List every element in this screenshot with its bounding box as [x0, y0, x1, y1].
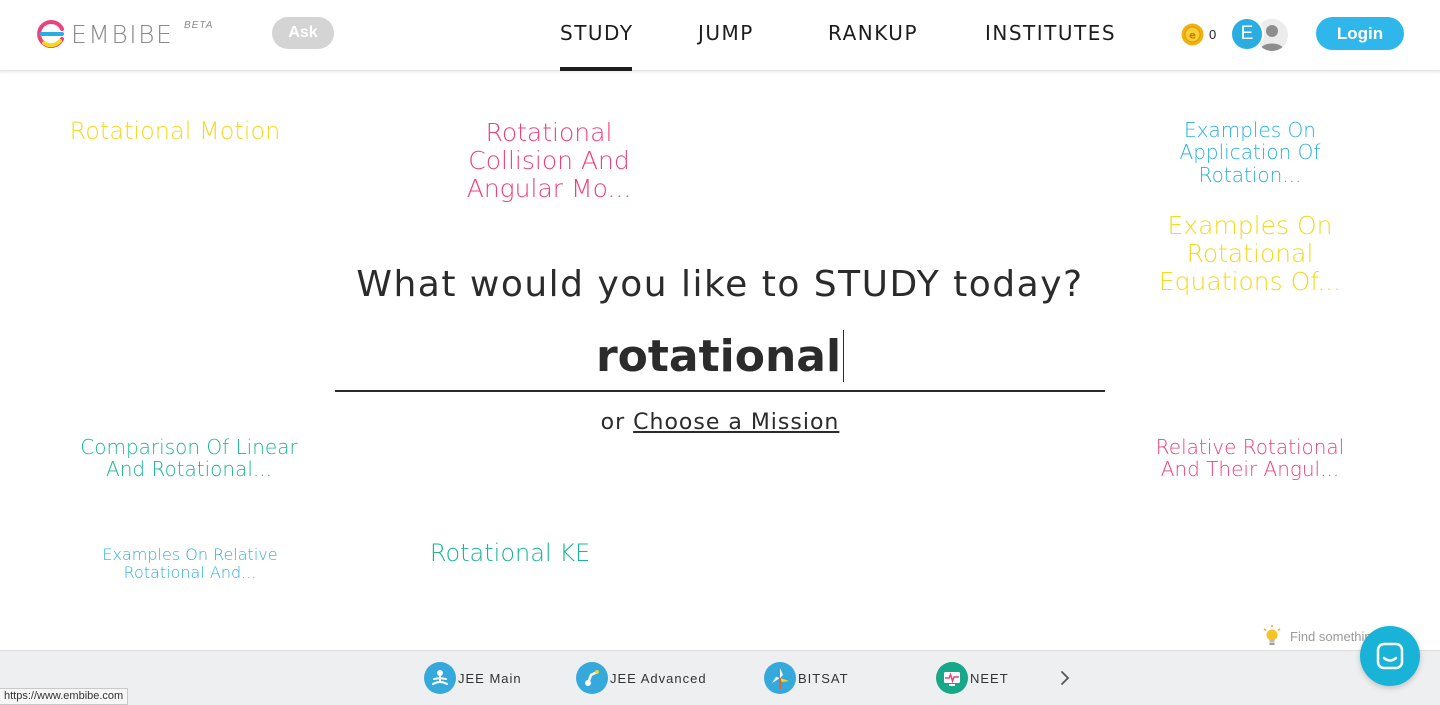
logo-wordmark: EMBIBE: [71, 19, 174, 49]
coin-count: 0: [1209, 27, 1217, 42]
nav-rankup[interactable]: RANKUP: [828, 21, 918, 45]
suggestion-rotational-motion[interactable]: Rotational Motion: [60, 118, 290, 145]
beta-badge: BETA: [184, 20, 214, 31]
meditating-person-icon: [424, 662, 456, 694]
nav-study[interactable]: STUDY: [560, 21, 634, 45]
nav-jump[interactable]: JUMP: [698, 21, 754, 45]
suggestion-relative-rotational-examples[interactable]: Examples On Relative Rotational And...: [90, 546, 290, 582]
exam-bar: JEE Main JEE Advanced BITSAT NEET: [0, 650, 1440, 705]
exam-label: JEE Main: [458, 670, 522, 686]
lightbulb-icon: [1263, 625, 1281, 645]
choose-mission-link[interactable]: Choose a Mission: [633, 410, 839, 435]
ecg-monitor-icon: [936, 662, 968, 694]
chevron-right-icon[interactable]: [1056, 669, 1074, 687]
status-bar-url: https://www.embibe.com: [0, 688, 129, 705]
suggestion-linear-vs-rotational[interactable]: Comparison Of Linear And Rotational...: [64, 436, 314, 481]
chat-icon: [1376, 642, 1404, 670]
suggestion-rotational-collision[interactable]: Rotational Collision And Angular Mo...: [444, 119, 654, 203]
exam-neet[interactable]: NEET: [936, 662, 1009, 694]
suggestion-rotational-equations[interactable]: Examples On Rotational Equations Of...: [1135, 212, 1365, 296]
nav-active-indicator: [560, 67, 632, 71]
exam-jee-advanced[interactable]: JEE Advanced: [576, 662, 707, 694]
robot-arm-icon: [576, 662, 608, 694]
coin-icon[interactable]: e: [1181, 23, 1204, 46]
nav-institutes[interactable]: INSTITUTES: [985, 21, 1116, 45]
suggestion-relative-rotational[interactable]: Relative Rotational And Their Angul...: [1140, 436, 1360, 481]
exam-label: JEE Advanced: [610, 670, 707, 686]
mission-line: or Choose a Mission: [335, 410, 1105, 435]
svg-text:e: e: [1189, 31, 1196, 42]
search-query-text[interactable]: rotational: [596, 331, 841, 382]
avatar-initial[interactable]: E: [1230, 17, 1264, 51]
login-button[interactable]: Login: [1316, 17, 1404, 50]
ask-button[interactable]: Ask: [272, 17, 334, 49]
chat-launcher-button[interactable]: [1360, 626, 1420, 686]
top-header: EMBIBE BETA Ask STUDY JUMP RANKUP INSTIT…: [0, 0, 1440, 71]
study-search-field[interactable]: rotational: [335, 322, 1105, 392]
text-caret: [843, 330, 845, 382]
or-text: or: [600, 410, 626, 435]
exam-bitsat[interactable]: BITSAT: [764, 662, 849, 694]
exam-jee-main[interactable]: JEE Main: [424, 662, 522, 694]
suggestion-rotational-ke[interactable]: Rotational KE: [420, 540, 600, 567]
windmill-icon: [764, 662, 796, 694]
embibe-logo-icon: [37, 20, 64, 48]
embibe-logo[interactable]: EMBIBE BETA: [36, 18, 212, 50]
suggestion-application-of-rotation[interactable]: Examples On Application Of Rotation...: [1160, 119, 1340, 186]
exam-label: NEET: [970, 670, 1009, 686]
exam-label: BITSAT: [798, 670, 849, 686]
study-prompt: What would you like to STUDY today?: [356, 264, 1084, 305]
